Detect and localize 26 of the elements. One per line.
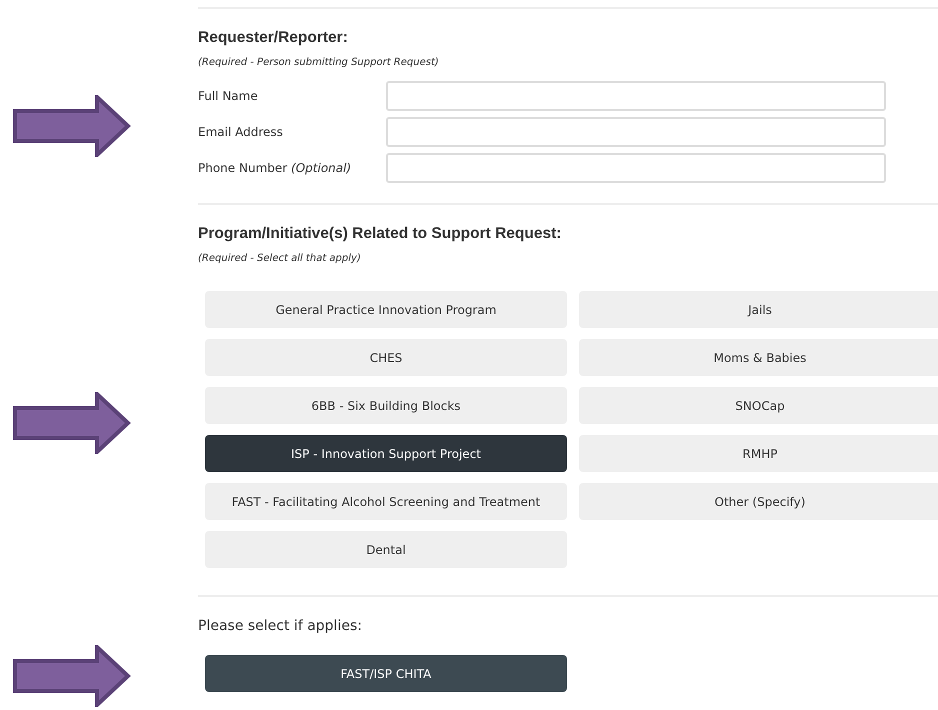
option-button[interactable]: RMHP [579,435,938,472]
input-field[interactable] [386,81,886,111]
arrow-icon [13,645,131,707]
option-button[interactable]: ISP - Innovation Support Project [205,435,567,472]
arrow-icon [13,95,131,157]
section-heading: Program/Initiative(s) Related to Support Request: [198,225,562,243]
option-button[interactable]: SNOCap [579,387,938,424]
input-field[interactable] [386,117,886,147]
prompt-text: Please select if applies: [198,617,363,635]
arrow-icon [13,392,131,454]
option-button[interactable]: CHES [205,339,567,376]
field-label: Full Name [198,89,259,103]
option-button[interactable]: FAST/ISP CHITA [205,655,567,692]
option-button[interactable]: Moms & Babies [579,339,938,376]
field-label: Email Address [198,125,284,139]
field-label: Phone Number (Optional) [198,161,352,175]
option-button[interactable]: FAST - Facilitating Alcohol Screening and Treatment [205,483,567,520]
section-note: (Required - Person submitting Support Request) [198,56,440,69]
option-button[interactable]: 6BB - Six Building Blocks [205,387,567,424]
section-heading: Requester/Reporter: [198,29,349,47]
option-button[interactable]: Jails [579,291,938,328]
input-field[interactable] [386,153,886,183]
option-button[interactable]: Dental [205,531,567,568]
option-button[interactable]: General Practice Innovation Program [205,291,567,328]
option-button[interactable]: Other (Specify) [579,483,938,520]
section-note: (Required - Select all that apply) [198,252,362,265]
